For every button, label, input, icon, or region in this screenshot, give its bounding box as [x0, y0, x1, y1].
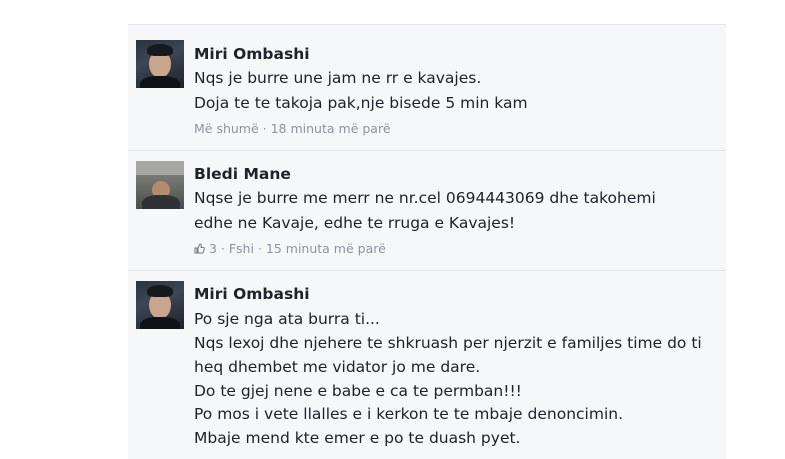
comment-text-line: Nqs je burre une jam ne rr e kavajes. [194, 69, 482, 87]
meta-separator: · [258, 121, 271, 136]
comment-author[interactable]: Bledi Mane [194, 165, 291, 183]
comment-text-line: Nqs lexoj dhe njehere te shkruash per nj… [194, 334, 702, 352]
comment-text-line: Doja te te takoja pak,nje bisede 5 min k… [194, 94, 528, 112]
comment-text-line: edhe ne Kavaje, edhe te rruga e Kavajes! [194, 214, 516, 232]
comment-text-line: Do te gjej nene e babe e ca te permban!!… [194, 382, 522, 400]
comment-meta: 3 · Fshi · 15 minuta më parë [194, 241, 386, 256]
thumbs-up-icon [194, 242, 205, 254]
comment-author[interactable]: Miri Ombashi [194, 285, 310, 303]
comment-meta: Më shumë · 18 minuta më parë [194, 121, 391, 136]
meta-separator: · [253, 241, 266, 256]
comment-timestamp[interactable]: 15 minuta më parë [266, 241, 386, 256]
delete-link[interactable]: Fshi [229, 241, 254, 256]
comment-timestamp[interactable]: 18 minuta më parë [271, 121, 391, 136]
avatar[interactable] [136, 161, 184, 209]
comments-panel: Miri Ombashi Nqs je burre une jam ne rr … [128, 24, 726, 459]
comment-divider [128, 150, 726, 151]
comment-text-line: Nqse je burre me merr ne nr.cel 06944430… [194, 189, 656, 207]
comment-author[interactable]: Miri Ombashi [194, 45, 310, 63]
comment-text-line: Po mos i vete llalles e i kerkon te te m… [194, 405, 623, 423]
avatar[interactable] [136, 40, 184, 88]
comment-text-line: heq dhembet me vidator jo me dare. [194, 358, 481, 376]
comment-divider [128, 270, 726, 271]
more-link[interactable]: Më shumë [194, 121, 259, 136]
avatar[interactable] [136, 281, 184, 329]
meta-separator: · [216, 241, 229, 256]
like-count[interactable]: 3 [209, 241, 217, 256]
comment-text-line: Mbaje mend kte emer e po te duash pyet. [194, 429, 521, 447]
comment-text-line: Po sje nga ata burra ti... [194, 310, 380, 328]
